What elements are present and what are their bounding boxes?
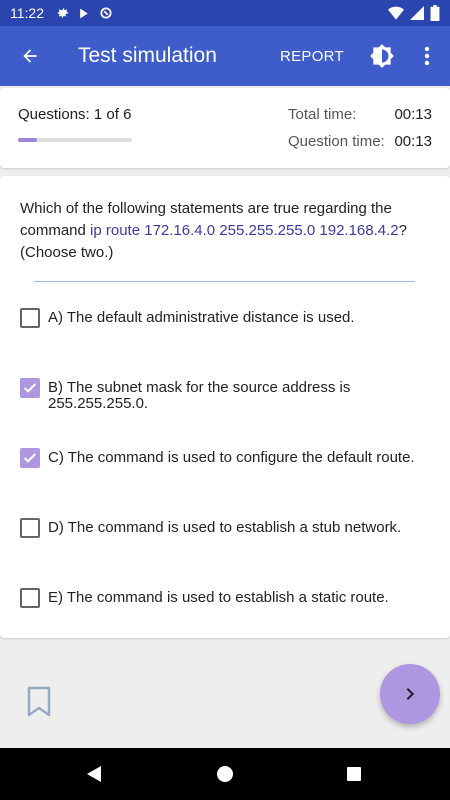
progress-fill xyxy=(18,138,38,142)
question-time-row: Question time: 00:13 xyxy=(288,133,432,150)
bookmark-icon xyxy=(27,686,51,717)
progress-bar xyxy=(18,138,132,142)
answer-label: E) The command is used to establish a st… xyxy=(48,589,389,606)
page-title: Test simulation xyxy=(78,44,217,67)
answer-option-d[interactable]: D) The command is used to establish a st… xyxy=(20,518,440,538)
checkmark-icon xyxy=(23,453,37,463)
nav-recents-icon xyxy=(347,767,361,781)
next-question-button[interactable] xyxy=(380,664,440,724)
checkbox[interactable] xyxy=(20,518,40,538)
settings-icon xyxy=(57,8,69,18)
total-time-row: Total time: 00:13 xyxy=(288,106,432,123)
answer-option-e[interactable]: E) The command is used to establish a st… xyxy=(20,588,440,608)
checkbox[interactable] xyxy=(20,378,40,398)
answer-label: D) The command is used to establish a st… xyxy=(48,519,402,536)
more-options-button[interactable] xyxy=(414,36,440,76)
system-nav-bar xyxy=(0,748,450,800)
questions-label: Questions: xyxy=(18,106,90,123)
question-card: Which of the following statements are tr… xyxy=(0,176,450,638)
battery-icon xyxy=(430,5,440,21)
total-time-value: 00:13 xyxy=(394,106,432,123)
status-bar: 11:22 xyxy=(0,0,450,26)
back-button[interactable] xyxy=(0,26,60,86)
questions-counter: Questions: 1 of 6 xyxy=(18,106,131,123)
report-button[interactable]: REPORT xyxy=(280,48,344,65)
play-store-icon xyxy=(80,8,88,18)
checkmark-icon xyxy=(23,383,37,393)
sync-icon xyxy=(100,7,112,19)
status-time: 11:22 xyxy=(10,5,44,21)
more-vert-icon xyxy=(424,46,430,66)
nav-back-icon xyxy=(87,766,101,782)
answer-option-c[interactable]: C) The command is used to configure the … xyxy=(20,448,440,468)
nav-back-button[interactable] xyxy=(84,764,104,784)
divider xyxy=(34,281,415,282)
question-command: ip route 172.16.4.0 255.255.255.0 192.16… xyxy=(90,222,399,239)
question-time-label: Question time: xyxy=(288,133,385,150)
brightness-icon xyxy=(370,44,394,68)
nav-home-button[interactable] xyxy=(215,764,235,784)
answer-label: C) The command is used to configure the … xyxy=(48,449,415,466)
chevron-right-icon xyxy=(406,687,415,701)
theme-toggle-button[interactable] xyxy=(368,42,396,70)
nav-recents-button[interactable] xyxy=(344,764,364,784)
app-bar: Test simulation REPORT xyxy=(0,26,450,86)
arrow-back-icon xyxy=(23,49,37,63)
answer-option-b[interactable]: B) The subnet mask for the source addres… xyxy=(20,378,440,412)
questions-value: 1 of 6 xyxy=(93,106,132,123)
checkbox[interactable] xyxy=(20,448,40,468)
nav-home-icon xyxy=(217,766,233,782)
bookmark-button[interactable] xyxy=(26,686,52,718)
question-time-value: 00:13 xyxy=(394,133,432,150)
info-card: Questions: 1 of 6 Total time: 00:13 Ques… xyxy=(0,88,450,168)
answer-label: B) The subnet mask for the source addres… xyxy=(48,379,351,412)
answer-option-a[interactable]: A) The default administrative distance i… xyxy=(20,308,440,328)
signal-icon xyxy=(410,6,424,20)
question-text: Which of the following statements are tr… xyxy=(20,198,430,264)
answer-label: A) The default administrative distance i… xyxy=(48,309,355,326)
wifi-icon xyxy=(388,6,404,20)
total-time-label: Total time: xyxy=(288,106,357,123)
checkbox[interactable] xyxy=(20,588,40,608)
checkbox[interactable] xyxy=(20,308,40,328)
